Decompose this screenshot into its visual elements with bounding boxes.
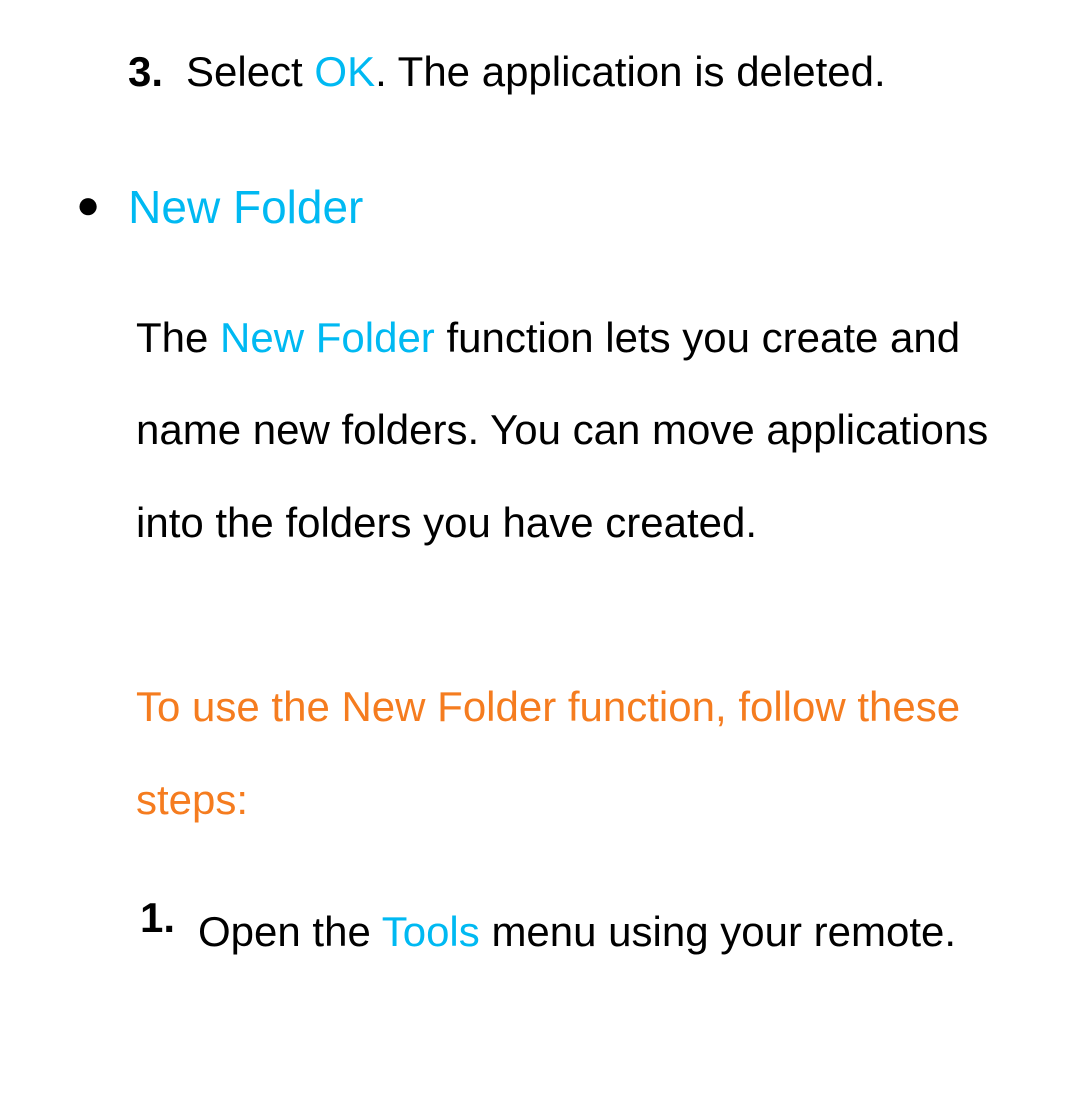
instruction-heading: To use the New Folder function, follow t…	[136, 661, 1036, 846]
description-link: New Folder	[220, 314, 435, 361]
step-3-suffix: . The application is deleted.	[375, 48, 886, 95]
substep-1-prefix: Open the	[198, 908, 382, 955]
bullet-title: New Folder	[128, 173, 363, 242]
substep-1-text: Open the Tools menu using your remote.	[198, 886, 1060, 978]
bullet-marker: ●	[76, 173, 100, 242]
description-prefix: The	[136, 314, 220, 361]
document-content: 3. Select OK. The application is deleted…	[0, 0, 1080, 998]
new-folder-description: The New Folder function lets you create …	[136, 292, 1036, 569]
substep-1-link: Tools	[382, 908, 480, 955]
substep-1-suffix: menu using your remote.	[480, 908, 956, 955]
step-3-prefix: Select	[186, 48, 314, 95]
substep-1: 1. Open the Tools menu using your remote…	[140, 886, 1060, 978]
step-3-link: OK	[314, 48, 375, 95]
step-3-text: Select OK. The application is deleted.	[186, 40, 1060, 103]
step-3: 3. Select OK. The application is deleted…	[128, 40, 1060, 103]
bullet-new-folder: ● New Folder	[76, 173, 1060, 242]
step-3-number: 3.	[128, 40, 172, 103]
substep-1-number: 1.	[140, 886, 184, 978]
